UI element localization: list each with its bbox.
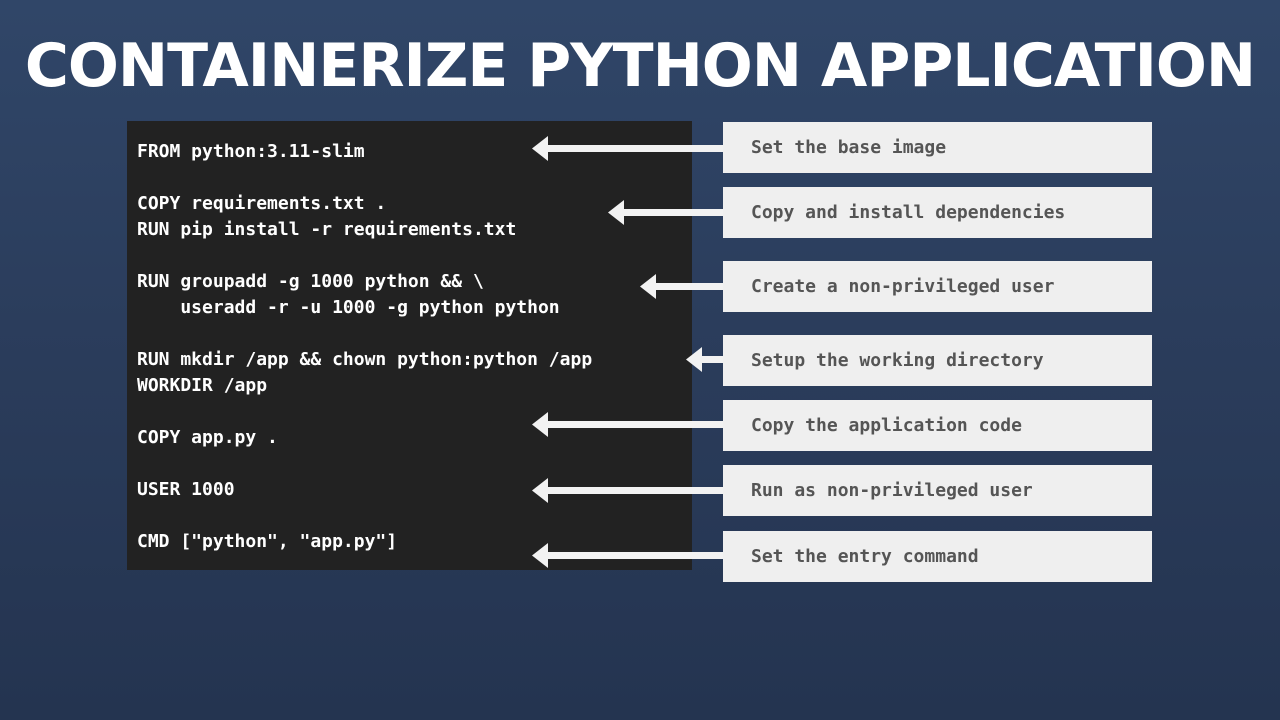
- callout-base-image: Set the base image: [723, 122, 1152, 173]
- arrow-entry-command: [532, 543, 723, 568]
- arrow-dependencies: [608, 200, 723, 225]
- arrow-working-directory: [686, 347, 723, 372]
- arrow-run-as-user: [532, 478, 723, 503]
- callout-run-as-user: Run as non-privileged user: [723, 465, 1152, 516]
- callout-entry-command: Set the entry command: [723, 531, 1152, 582]
- callout-working-directory: Setup the working directory: [723, 335, 1152, 386]
- callout-install-dependencies: Copy and install dependencies: [723, 187, 1152, 238]
- arrow-application-code: [532, 412, 723, 437]
- arrow-non-privileged-user: [640, 274, 723, 299]
- arrow-base-image: [532, 136, 723, 161]
- callout-create-user: Create a non-privileged user: [723, 261, 1152, 312]
- callout-application-code: Copy the application code: [723, 400, 1152, 451]
